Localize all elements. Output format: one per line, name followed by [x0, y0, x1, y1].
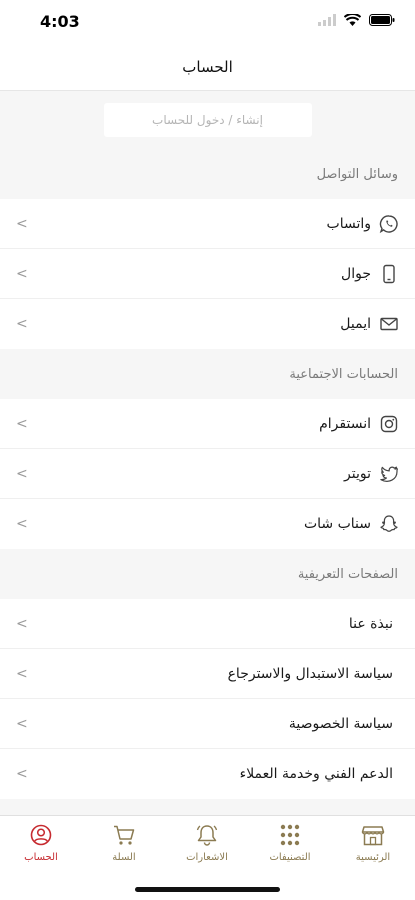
tab-label: التصنيفات [269, 852, 311, 863]
cart-icon [114, 825, 135, 845]
battery-icon [369, 14, 395, 26]
page-privacy-policy-row[interactable]: < سياسة الخصوصية [0, 699, 415, 749]
email-icon [380, 317, 398, 331]
chevron-left-icon: < [16, 616, 28, 632]
tab-notifications[interactable]: الاشعارات [172, 824, 242, 863]
page-title: الحساب [182, 58, 233, 76]
account-content: إنشاء / دخول للحساب وسائل التواصل < واتس… [0, 91, 415, 816]
grid-icon [280, 824, 300, 846]
chevron-left-icon: < [16, 766, 28, 782]
chevron-left-icon: < [16, 216, 28, 232]
page-about-row[interactable]: < نبذة عنا [0, 599, 415, 649]
row-label: انستقرام [319, 416, 371, 432]
row-label: سناب شات [303, 516, 371, 532]
chevron-left-icon: < [16, 316, 28, 332]
row-label: جوال [341, 266, 371, 282]
page-return-policy-row[interactable]: < سياسة الاستبدال والاسترجاع [0, 649, 415, 699]
status-time: 4:03 [40, 12, 80, 31]
row-label: ايميل [340, 316, 371, 332]
login-register-button[interactable]: إنشاء / دخول للحساب [103, 103, 312, 137]
section-header-pages: الصفحات التعريفية [0, 549, 415, 599]
nav-bar: الحساب [0, 44, 415, 91]
login-area: إنشاء / دخول للحساب [0, 91, 415, 149]
contact-phone-row[interactable]: < جوال [0, 249, 415, 299]
status-icons [318, 14, 395, 26]
tab-account[interactable]: الحساب [6, 824, 76, 863]
social-instagram-row[interactable]: < انستقرام [0, 399, 415, 449]
chevron-left-icon: < [16, 266, 28, 282]
chevron-left-icon: < [16, 666, 28, 682]
tab-categories[interactable]: التصنيفات [255, 824, 325, 863]
phone-icon [383, 264, 395, 284]
section-header-social: الحسابات الاجتماعية [0, 349, 415, 399]
tab-label: الرئيسية [355, 852, 391, 863]
whatsapp-icon [379, 215, 398, 234]
contact-whatsapp-row[interactable]: < واتساب [0, 199, 415, 249]
row-label: تويتر [344, 466, 371, 482]
tab-home[interactable]: الرئيسية [338, 824, 408, 863]
chevron-left-icon: < [16, 716, 28, 732]
section-header-contact: وسائل التواصل [0, 149, 415, 199]
tab-label: الاشعارات [186, 852, 228, 863]
tab-label: الحساب [24, 852, 58, 863]
tab-cart[interactable]: السلة [89, 824, 159, 863]
instagram-icon [380, 415, 398, 433]
social-snapchat-row[interactable]: < سناب شات [0, 499, 415, 549]
wifi-icon [344, 14, 361, 26]
row-label: واتساب [326, 216, 371, 232]
account-icon [30, 824, 52, 846]
row-label: نبذة عنا [348, 616, 393, 632]
row-label: سياسة الاستبدال والاسترجاع [227, 666, 393, 682]
social-twitter-row[interactable]: < تويتر [0, 449, 415, 499]
tab-label: السلة [112, 852, 136, 863]
contact-email-row[interactable]: < ايميل [0, 299, 415, 349]
store-icon [361, 826, 385, 846]
twitter-icon [380, 466, 398, 482]
home-indicator [135, 887, 280, 892]
page-support-row[interactable]: < الدعم الفني وخدمة العملاء [0, 749, 415, 799]
snapchat-icon [380, 515, 398, 532]
row-label: الدعم الفني وخدمة العملاء [239, 766, 393, 782]
status-bar: 4:03 [0, 0, 415, 44]
chevron-left-icon: < [16, 516, 28, 532]
chevron-left-icon: < [16, 416, 28, 432]
row-label: سياسة الخصوصية [288, 716, 393, 732]
signal-icon [318, 14, 336, 26]
tab-bar: الرئيسية التصنيفات الاشعارات السلة الحسا… [0, 815, 415, 900]
chevron-left-icon: < [16, 466, 28, 482]
bell-icon [196, 825, 218, 846]
